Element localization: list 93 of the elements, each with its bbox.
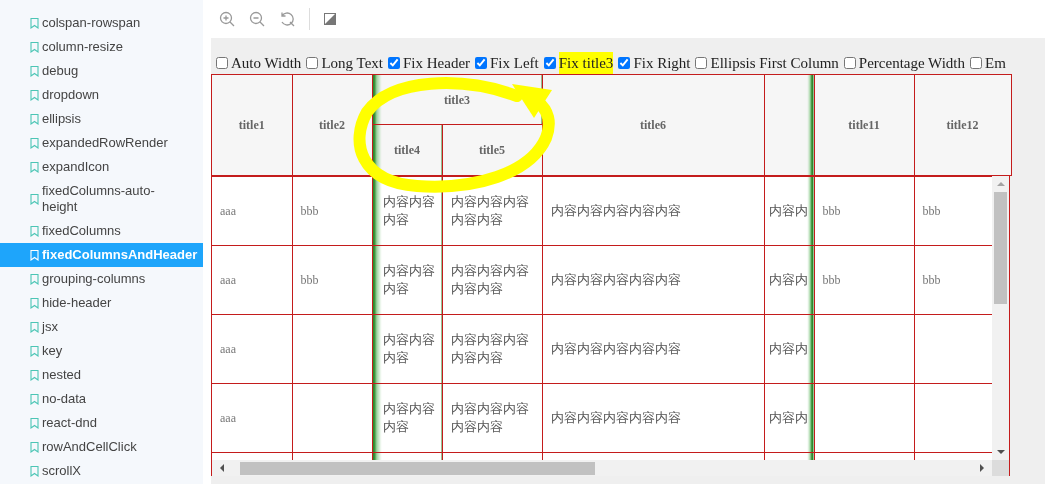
table-cell: 内容内容内容 bbox=[372, 314, 442, 384]
sidebar-item[interactable]: fixedColumns-auto-height bbox=[0, 179, 203, 219]
table-cell: 内容内容内容 bbox=[372, 245, 442, 315]
checkbox[interactable] bbox=[475, 57, 488, 69]
checkbox[interactable] bbox=[843, 57, 856, 69]
table-cell: aaa bbox=[212, 314, 292, 384]
sidebar-item[interactable]: hide-header bbox=[0, 291, 203, 315]
sidebar-item[interactable]: colspan-rowspan bbox=[0, 11, 203, 35]
bookmark-icon bbox=[30, 225, 39, 237]
sidebar-item[interactable]: grouping-columns bbox=[0, 267, 203, 291]
checkbox-label[interactable]: Fix Right bbox=[633, 52, 691, 74]
contrast-icon[interactable] bbox=[324, 13, 336, 25]
table-cell: 内容内容内容 bbox=[372, 383, 442, 453]
column-header[interactable]: title12 bbox=[914, 74, 1011, 176]
table-cell: 内容内容内容内容内容 bbox=[542, 176, 764, 246]
bookmark-icon bbox=[30, 89, 39, 101]
checkbox-label[interactable]: Auto Width bbox=[231, 52, 302, 74]
table-cell: 内容内 bbox=[764, 314, 814, 384]
table-cell: 内容内容内容内容内容 bbox=[542, 383, 764, 453]
sidebar-item[interactable]: rowAndCellClick bbox=[0, 435, 203, 459]
sidebar-item[interactable]: ellipsis bbox=[0, 107, 203, 131]
checkbox[interactable] bbox=[306, 57, 319, 69]
checkbox-label[interactable]: Fix title3 bbox=[558, 52, 614, 74]
bookmark-icon bbox=[30, 137, 39, 149]
table-cell: bbb bbox=[292, 245, 372, 315]
sidebar-item[interactable]: debug bbox=[0, 59, 203, 83]
table-cell: 内容内容内容内容内容 bbox=[442, 245, 542, 315]
bookmark-icon bbox=[30, 17, 39, 29]
table-cell: aaa bbox=[212, 176, 292, 246]
bookmark-icon bbox=[30, 345, 39, 357]
table-cell: aaa bbox=[212, 383, 292, 453]
zoom-out-icon[interactable] bbox=[249, 11, 265, 27]
sidebar-item[interactable]: no-data bbox=[0, 387, 203, 411]
scroll-left-icon[interactable] bbox=[218, 464, 226, 472]
checkbox[interactable] bbox=[970, 57, 982, 69]
bookmark-icon bbox=[30, 417, 39, 429]
table-cell: 内容内 bbox=[764, 176, 814, 246]
table-cell: bbb bbox=[292, 176, 372, 246]
checkbox-label[interactable]: Long Text bbox=[321, 52, 383, 74]
sidebar-item[interactable]: scrollX bbox=[0, 459, 203, 483]
scroll-down-icon[interactable] bbox=[997, 448, 1005, 456]
checkbox[interactable] bbox=[387, 57, 400, 69]
sidebar-item[interactable]: react-dnd bbox=[0, 411, 203, 435]
bookmark-icon bbox=[30, 369, 39, 381]
checkbox-label[interactable]: Percentage Width bbox=[858, 52, 965, 74]
column-header[interactable]: title4 bbox=[372, 124, 442, 176]
sidebar-item[interactable]: dropdown bbox=[0, 83, 203, 107]
table-cell: 内容内容内容内容内容 bbox=[442, 383, 542, 453]
zoom-in-icon[interactable] bbox=[219, 11, 235, 27]
bookmark-icon bbox=[30, 249, 39, 261]
table-cell: bbb bbox=[814, 176, 914, 246]
checkbox-label[interactable]: Em bbox=[985, 52, 1006, 74]
bookmark-icon bbox=[30, 465, 39, 477]
sidebar-item[interactable]: fixedColumns bbox=[0, 219, 203, 243]
column-header[interactable]: title1 bbox=[212, 74, 292, 176]
table-cell: 内容内 bbox=[764, 245, 814, 315]
reset-icon[interactable] bbox=[279, 11, 295, 27]
sidebar-item[interactable]: expandIcon bbox=[0, 155, 203, 179]
sidebar-item[interactable]: column-resize bbox=[0, 35, 203, 59]
column-header[interactable]: title11 bbox=[814, 74, 914, 176]
table-cell: bbb bbox=[814, 245, 914, 315]
bookmark-icon bbox=[30, 193, 39, 205]
bookmark-icon bbox=[30, 273, 39, 285]
bookmark-icon bbox=[30, 297, 39, 309]
scroll-up-icon[interactable] bbox=[997, 180, 1005, 188]
bookmark-icon bbox=[30, 161, 39, 173]
checkbox[interactable] bbox=[618, 57, 631, 69]
table-cell: 内容内容内容内容内容 bbox=[542, 314, 764, 384]
bookmark-icon bbox=[30, 113, 39, 125]
table-cell: aaa bbox=[212, 245, 292, 315]
table-cell: 内容内容内容内容内容 bbox=[442, 314, 542, 384]
checkbox[interactable] bbox=[216, 57, 228, 69]
scrollbar-corner bbox=[992, 460, 1009, 476]
table-cell: bbb bbox=[914, 245, 992, 315]
table-cell: 内容内容内容内容内容 bbox=[542, 245, 764, 315]
checkbox[interactable] bbox=[695, 57, 708, 69]
bookmark-icon bbox=[30, 393, 39, 405]
table-cell: 内容内 bbox=[764, 383, 814, 453]
bookmark-icon bbox=[30, 441, 39, 453]
checkbox-label[interactable]: Fix Left bbox=[490, 52, 539, 74]
bookmark-icon bbox=[30, 321, 39, 333]
scroll-right-icon[interactable] bbox=[978, 464, 986, 472]
bookmark-icon bbox=[30, 41, 39, 53]
table-cell: bbb bbox=[914, 176, 992, 246]
sidebar-item[interactable]: nested bbox=[0, 363, 203, 387]
sidebar-item[interactable]: key bbox=[0, 339, 203, 363]
checkbox[interactable] bbox=[543, 57, 556, 69]
sidebar-item[interactable]: jsx bbox=[0, 315, 203, 339]
checkbox-label[interactable]: Ellipsis First Column bbox=[710, 52, 839, 74]
sidebar-item[interactable]: expandedRowRender bbox=[0, 131, 203, 155]
column-header[interactable]: title6 bbox=[542, 74, 764, 176]
bookmark-icon bbox=[30, 65, 39, 77]
checkbox-label[interactable]: Fix Header bbox=[402, 52, 471, 74]
